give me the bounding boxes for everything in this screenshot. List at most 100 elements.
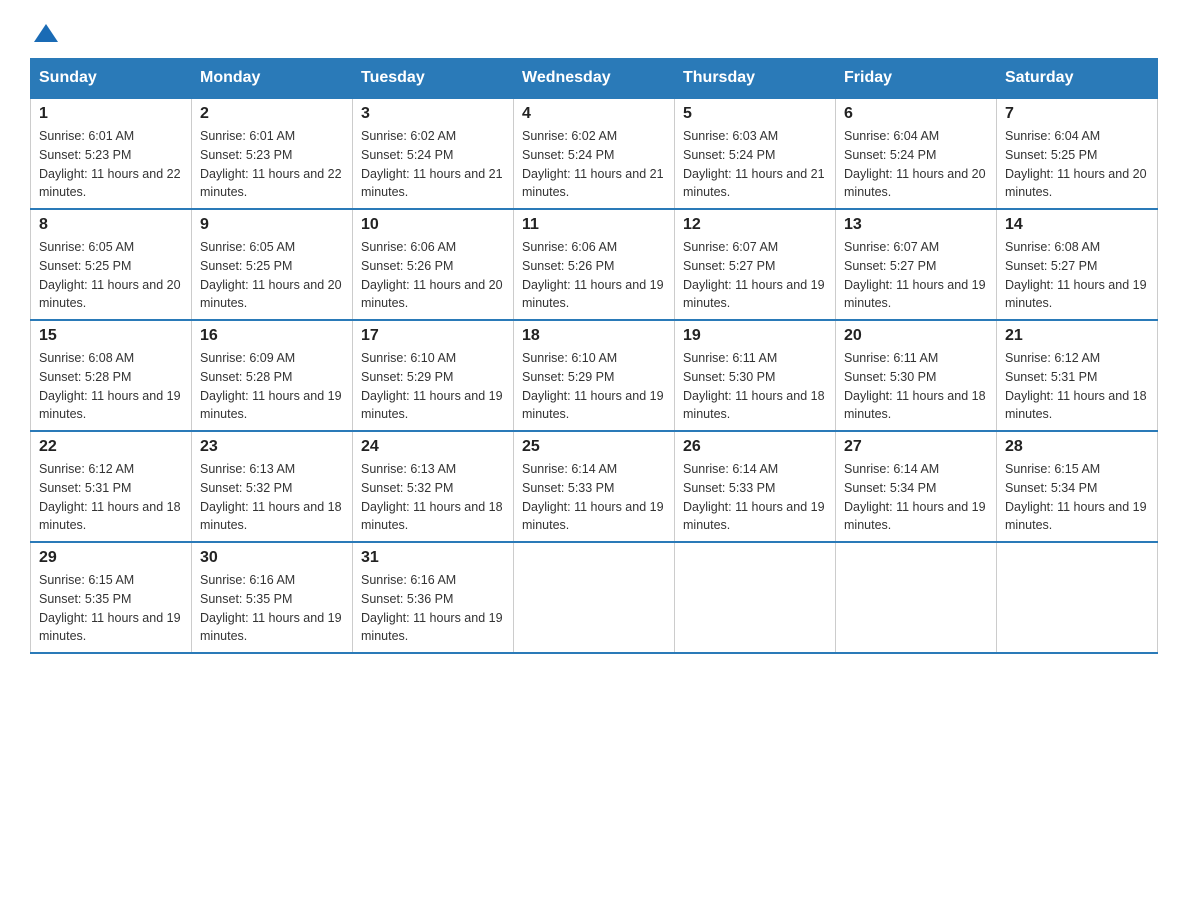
day-number: 17 bbox=[361, 327, 505, 345]
calendar-cell bbox=[514, 542, 675, 653]
day-info: Sunrise: 6:15 AMSunset: 5:35 PMDaylight:… bbox=[39, 571, 183, 646]
day-number: 1 bbox=[39, 105, 183, 123]
col-header-monday: Monday bbox=[192, 59, 353, 99]
day-info: Sunrise: 6:11 AMSunset: 5:30 PMDaylight:… bbox=[844, 349, 988, 424]
col-header-tuesday: Tuesday bbox=[353, 59, 514, 99]
calendar-cell: 14 Sunrise: 6:08 AMSunset: 5:27 PMDaylig… bbox=[997, 209, 1158, 320]
day-number: 16 bbox=[200, 327, 344, 345]
calendar-cell: 13 Sunrise: 6:07 AMSunset: 5:27 PMDaylig… bbox=[836, 209, 997, 320]
logo-icon bbox=[32, 20, 60, 48]
day-info: Sunrise: 6:09 AMSunset: 5:28 PMDaylight:… bbox=[200, 349, 344, 424]
day-number: 25 bbox=[522, 438, 666, 456]
day-number: 2 bbox=[200, 105, 344, 123]
calendar-cell: 7 Sunrise: 6:04 AMSunset: 5:25 PMDayligh… bbox=[997, 98, 1158, 209]
col-header-saturday: Saturday bbox=[997, 59, 1158, 99]
day-number: 7 bbox=[1005, 105, 1149, 123]
calendar-cell: 3 Sunrise: 6:02 AMSunset: 5:24 PMDayligh… bbox=[353, 98, 514, 209]
calendar-cell: 26 Sunrise: 6:14 AMSunset: 5:33 PMDaylig… bbox=[675, 431, 836, 542]
calendar-cell: 24 Sunrise: 6:13 AMSunset: 5:32 PMDaylig… bbox=[353, 431, 514, 542]
day-number: 13 bbox=[844, 216, 988, 234]
day-number: 11 bbox=[522, 216, 666, 234]
day-info: Sunrise: 6:10 AMSunset: 5:29 PMDaylight:… bbox=[522, 349, 666, 424]
day-info: Sunrise: 6:16 AMSunset: 5:36 PMDaylight:… bbox=[361, 571, 505, 646]
calendar-cell: 18 Sunrise: 6:10 AMSunset: 5:29 PMDaylig… bbox=[514, 320, 675, 431]
calendar-cell: 9 Sunrise: 6:05 AMSunset: 5:25 PMDayligh… bbox=[192, 209, 353, 320]
day-info: Sunrise: 6:02 AMSunset: 5:24 PMDaylight:… bbox=[361, 127, 505, 202]
day-info: Sunrise: 6:08 AMSunset: 5:28 PMDaylight:… bbox=[39, 349, 183, 424]
day-info: Sunrise: 6:01 AMSunset: 5:23 PMDaylight:… bbox=[200, 127, 344, 202]
day-info: Sunrise: 6:05 AMSunset: 5:25 PMDaylight:… bbox=[200, 238, 344, 313]
calendar-cell bbox=[997, 542, 1158, 653]
col-header-wednesday: Wednesday bbox=[514, 59, 675, 99]
page-header bbox=[30, 20, 1158, 48]
calendar-cell: 17 Sunrise: 6:10 AMSunset: 5:29 PMDaylig… bbox=[353, 320, 514, 431]
day-info: Sunrise: 6:04 AMSunset: 5:24 PMDaylight:… bbox=[844, 127, 988, 202]
calendar-cell: 20 Sunrise: 6:11 AMSunset: 5:30 PMDaylig… bbox=[836, 320, 997, 431]
calendar-cell: 28 Sunrise: 6:15 AMSunset: 5:34 PMDaylig… bbox=[997, 431, 1158, 542]
day-number: 21 bbox=[1005, 327, 1149, 345]
day-number: 23 bbox=[200, 438, 344, 456]
day-number: 5 bbox=[683, 105, 827, 123]
day-info: Sunrise: 6:12 AMSunset: 5:31 PMDaylight:… bbox=[39, 460, 183, 535]
day-info: Sunrise: 6:13 AMSunset: 5:32 PMDaylight:… bbox=[200, 460, 344, 535]
day-number: 10 bbox=[361, 216, 505, 234]
calendar-week-row: 1 Sunrise: 6:01 AMSunset: 5:23 PMDayligh… bbox=[31, 98, 1158, 209]
calendar-header-row: SundayMondayTuesdayWednesdayThursdayFrid… bbox=[31, 59, 1158, 99]
calendar-week-row: 29 Sunrise: 6:15 AMSunset: 5:35 PMDaylig… bbox=[31, 542, 1158, 653]
day-info: Sunrise: 6:12 AMSunset: 5:31 PMDaylight:… bbox=[1005, 349, 1149, 424]
day-info: Sunrise: 6:07 AMSunset: 5:27 PMDaylight:… bbox=[683, 238, 827, 313]
day-info: Sunrise: 6:10 AMSunset: 5:29 PMDaylight:… bbox=[361, 349, 505, 424]
day-number: 8 bbox=[39, 216, 183, 234]
day-info: Sunrise: 6:14 AMSunset: 5:33 PMDaylight:… bbox=[683, 460, 827, 535]
day-number: 9 bbox=[200, 216, 344, 234]
day-number: 20 bbox=[844, 327, 988, 345]
day-number: 27 bbox=[844, 438, 988, 456]
calendar-cell: 6 Sunrise: 6:04 AMSunset: 5:24 PMDayligh… bbox=[836, 98, 997, 209]
day-info: Sunrise: 6:16 AMSunset: 5:35 PMDaylight:… bbox=[200, 571, 344, 646]
day-number: 18 bbox=[522, 327, 666, 345]
col-header-sunday: Sunday bbox=[31, 59, 192, 99]
day-info: Sunrise: 6:11 AMSunset: 5:30 PMDaylight:… bbox=[683, 349, 827, 424]
day-info: Sunrise: 6:07 AMSunset: 5:27 PMDaylight:… bbox=[844, 238, 988, 313]
calendar-cell: 31 Sunrise: 6:16 AMSunset: 5:36 PMDaylig… bbox=[353, 542, 514, 653]
day-number: 26 bbox=[683, 438, 827, 456]
calendar-week-row: 8 Sunrise: 6:05 AMSunset: 5:25 PMDayligh… bbox=[31, 209, 1158, 320]
calendar-cell: 21 Sunrise: 6:12 AMSunset: 5:31 PMDaylig… bbox=[997, 320, 1158, 431]
calendar-cell: 27 Sunrise: 6:14 AMSunset: 5:34 PMDaylig… bbox=[836, 431, 997, 542]
day-info: Sunrise: 6:03 AMSunset: 5:24 PMDaylight:… bbox=[683, 127, 827, 202]
calendar-week-row: 15 Sunrise: 6:08 AMSunset: 5:28 PMDaylig… bbox=[31, 320, 1158, 431]
day-number: 30 bbox=[200, 549, 344, 567]
col-header-thursday: Thursday bbox=[675, 59, 836, 99]
calendar-cell: 25 Sunrise: 6:14 AMSunset: 5:33 PMDaylig… bbox=[514, 431, 675, 542]
day-number: 4 bbox=[522, 105, 666, 123]
day-info: Sunrise: 6:05 AMSunset: 5:25 PMDaylight:… bbox=[39, 238, 183, 313]
calendar-cell: 4 Sunrise: 6:02 AMSunset: 5:24 PMDayligh… bbox=[514, 98, 675, 209]
calendar-week-row: 22 Sunrise: 6:12 AMSunset: 5:31 PMDaylig… bbox=[31, 431, 1158, 542]
calendar-cell: 19 Sunrise: 6:11 AMSunset: 5:30 PMDaylig… bbox=[675, 320, 836, 431]
day-number: 6 bbox=[844, 105, 988, 123]
calendar-cell: 15 Sunrise: 6:08 AMSunset: 5:28 PMDaylig… bbox=[31, 320, 192, 431]
calendar-cell: 22 Sunrise: 6:12 AMSunset: 5:31 PMDaylig… bbox=[31, 431, 192, 542]
day-info: Sunrise: 6:14 AMSunset: 5:33 PMDaylight:… bbox=[522, 460, 666, 535]
day-info: Sunrise: 6:06 AMSunset: 5:26 PMDaylight:… bbox=[522, 238, 666, 313]
calendar-cell: 2 Sunrise: 6:01 AMSunset: 5:23 PMDayligh… bbox=[192, 98, 353, 209]
calendar-cell: 30 Sunrise: 6:16 AMSunset: 5:35 PMDaylig… bbox=[192, 542, 353, 653]
day-info: Sunrise: 6:14 AMSunset: 5:34 PMDaylight:… bbox=[844, 460, 988, 535]
day-info: Sunrise: 6:04 AMSunset: 5:25 PMDaylight:… bbox=[1005, 127, 1149, 202]
calendar-cell: 29 Sunrise: 6:15 AMSunset: 5:35 PMDaylig… bbox=[31, 542, 192, 653]
day-number: 22 bbox=[39, 438, 183, 456]
calendar-cell: 1 Sunrise: 6:01 AMSunset: 5:23 PMDayligh… bbox=[31, 98, 192, 209]
logo bbox=[30, 20, 66, 48]
calendar-cell: 5 Sunrise: 6:03 AMSunset: 5:24 PMDayligh… bbox=[675, 98, 836, 209]
day-number: 31 bbox=[361, 549, 505, 567]
day-info: Sunrise: 6:08 AMSunset: 5:27 PMDaylight:… bbox=[1005, 238, 1149, 313]
calendar-cell: 23 Sunrise: 6:13 AMSunset: 5:32 PMDaylig… bbox=[192, 431, 353, 542]
day-number: 14 bbox=[1005, 216, 1149, 234]
day-number: 24 bbox=[361, 438, 505, 456]
day-number: 19 bbox=[683, 327, 827, 345]
day-number: 12 bbox=[683, 216, 827, 234]
calendar-table: SundayMondayTuesdayWednesdayThursdayFrid… bbox=[30, 58, 1158, 654]
calendar-cell: 8 Sunrise: 6:05 AMSunset: 5:25 PMDayligh… bbox=[31, 209, 192, 320]
day-number: 3 bbox=[361, 105, 505, 123]
col-header-friday: Friday bbox=[836, 59, 997, 99]
